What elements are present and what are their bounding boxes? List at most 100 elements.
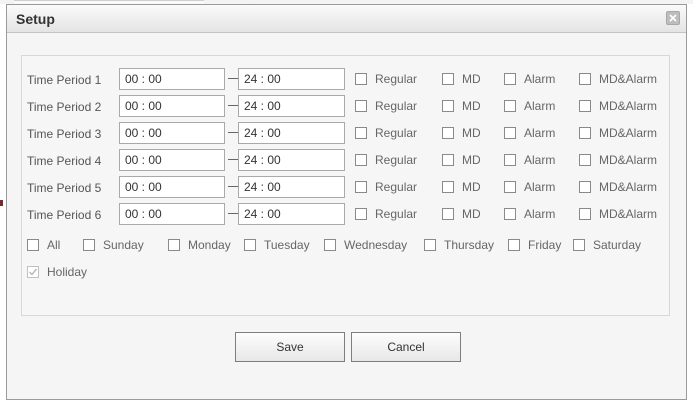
- checkbox-box[interactable]: [355, 154, 367, 166]
- checkbox-box[interactable]: [27, 239, 39, 251]
- checkbox-box[interactable]: [504, 127, 516, 139]
- md-checkbox[interactable]: MD: [442, 72, 481, 86]
- cancel-button[interactable]: Cancel: [351, 332, 461, 362]
- alarm-checkbox[interactable]: Alarm: [504, 126, 555, 140]
- wednesday-checkbox[interactable]: Wednesday: [324, 238, 407, 252]
- regular-checkbox[interactable]: Regular: [355, 99, 417, 113]
- md-alarm-checkbox[interactable]: MD&Alarm: [579, 153, 657, 167]
- checkbox-box[interactable]: [504, 73, 516, 85]
- checkbox-box[interactable]: [573, 239, 585, 251]
- checkbox-box[interactable]: [579, 100, 591, 112]
- alarm-checkbox[interactable]: Alarm: [504, 99, 555, 113]
- end-time-input[interactable]: [238, 68, 345, 90]
- checkbox-box[interactable]: [508, 239, 520, 251]
- thursday-checkbox[interactable]: Thursday: [424, 238, 494, 252]
- end-time-input[interactable]: [238, 95, 345, 117]
- alarm-checkbox[interactable]: Alarm: [504, 153, 555, 167]
- checkbox-box[interactable]: [504, 181, 516, 193]
- end-time-input[interactable]: [238, 203, 345, 225]
- range-dash: [228, 105, 238, 106]
- close-button[interactable]: [666, 11, 680, 25]
- checkbox-box[interactable]: [579, 73, 591, 85]
- checkbox-box[interactable]: [442, 73, 454, 85]
- regular-checkbox[interactable]: Regular: [355, 72, 417, 86]
- start-time-input[interactable]: [119, 203, 225, 225]
- dialog-body: Time Period 1 Regular MD Alarm MD&Alarm …: [7, 33, 686, 399]
- md-checkbox[interactable]: MD: [442, 207, 481, 221]
- regular-checkbox[interactable]: Regular: [355, 180, 417, 194]
- checkbox-box[interactable]: [442, 100, 454, 112]
- checkbox-box[interactable]: [504, 154, 516, 166]
- monday-checkbox[interactable]: Monday: [168, 238, 231, 252]
- md-alarm-checkbox[interactable]: MD&Alarm: [579, 99, 657, 113]
- holiday-checkbox[interactable]: Holiday: [27, 265, 87, 279]
- checkbox-box[interactable]: [579, 154, 591, 166]
- md-alarm-checkbox[interactable]: MD&Alarm: [579, 126, 657, 140]
- friday-checkbox[interactable]: Friday: [508, 238, 561, 252]
- checkbox-label: Tuesday: [264, 238, 310, 252]
- day-selection-row: All Sunday Monday Tuesday Wednesday Thur…: [22, 233, 669, 255]
- range-dash: [228, 213, 238, 214]
- time-period-label: Time Period 5: [27, 181, 102, 195]
- start-time-input[interactable]: [119, 122, 225, 144]
- tuesday-checkbox[interactable]: Tuesday: [244, 238, 310, 252]
- checkbox-box[interactable]: [579, 127, 591, 139]
- checkbox-box[interactable]: [504, 100, 516, 112]
- sunday-checkbox[interactable]: Sunday: [83, 238, 144, 252]
- checkbox-box[interactable]: [442, 181, 454, 193]
- checkbox-box-checked[interactable]: [27, 266, 39, 278]
- time-period-row: Time Period 4 Regular MD Alarm MD&Alarm: [22, 148, 669, 171]
- end-time-input[interactable]: [238, 122, 345, 144]
- checkbox-box[interactable]: [424, 239, 436, 251]
- regular-checkbox[interactable]: Regular: [355, 126, 417, 140]
- checkbox-label: MD&Alarm: [599, 207, 658, 221]
- md-checkbox[interactable]: MD: [442, 126, 481, 140]
- checkbox-box[interactable]: [579, 208, 591, 220]
- checkbox-label: Wednesday: [344, 238, 408, 252]
- alarm-checkbox[interactable]: Alarm: [504, 180, 555, 194]
- md-checkbox[interactable]: MD: [442, 180, 481, 194]
- md-checkbox[interactable]: MD: [442, 153, 481, 167]
- checkbox-label: Alarm: [524, 153, 556, 167]
- checkbox-box[interactable]: [579, 181, 591, 193]
- checkbox-box[interactable]: [244, 239, 256, 251]
- checkbox-box[interactable]: [355, 100, 367, 112]
- checkbox-box[interactable]: [168, 239, 180, 251]
- checkbox-box[interactable]: [504, 208, 516, 220]
- start-time-input[interactable]: [119, 95, 225, 117]
- checkbox-box[interactable]: [355, 127, 367, 139]
- checkbox-box[interactable]: [355, 73, 367, 85]
- md-alarm-checkbox[interactable]: MD&Alarm: [579, 72, 657, 86]
- regular-checkbox[interactable]: Regular: [355, 207, 417, 221]
- checkbox-label: MD&Alarm: [599, 72, 658, 86]
- checkbox-box[interactable]: [442, 208, 454, 220]
- regular-checkbox[interactable]: Regular: [355, 153, 417, 167]
- checkbox-box[interactable]: [355, 181, 367, 193]
- md-alarm-checkbox[interactable]: MD&Alarm: [579, 180, 657, 194]
- checkbox-box[interactable]: [442, 127, 454, 139]
- checkbox-box[interactable]: [83, 239, 95, 251]
- md-alarm-checkbox[interactable]: MD&Alarm: [579, 207, 657, 221]
- dialog-titlebar: Setup: [7, 5, 686, 33]
- background-edge-mark: [0, 200, 3, 206]
- checkbox-box[interactable]: [442, 154, 454, 166]
- checkbox-box[interactable]: [324, 239, 336, 251]
- time-period-label: Time Period 2: [27, 100, 102, 114]
- md-checkbox[interactable]: MD: [442, 99, 481, 113]
- start-time-input[interactable]: [119, 176, 225, 198]
- start-time-input[interactable]: [119, 68, 225, 90]
- save-button[interactable]: Save: [235, 332, 345, 362]
- alarm-checkbox[interactable]: Alarm: [504, 207, 555, 221]
- time-period-row: Time Period 1 Regular MD Alarm MD&Alarm: [22, 67, 669, 90]
- checkbox-box[interactable]: [355, 208, 367, 220]
- end-time-input[interactable]: [238, 149, 345, 171]
- saturday-checkbox[interactable]: Saturday: [573, 238, 641, 252]
- start-time-input[interactable]: [119, 149, 225, 171]
- checkbox-label: Regular: [375, 180, 418, 194]
- checkbox-label: MD: [462, 99, 481, 113]
- checkbox-label: MD&Alarm: [599, 153, 658, 167]
- alarm-checkbox[interactable]: Alarm: [504, 72, 555, 86]
- all-days-checkbox[interactable]: All: [27, 238, 60, 252]
- range-dash: [228, 78, 238, 79]
- end-time-input[interactable]: [238, 176, 345, 198]
